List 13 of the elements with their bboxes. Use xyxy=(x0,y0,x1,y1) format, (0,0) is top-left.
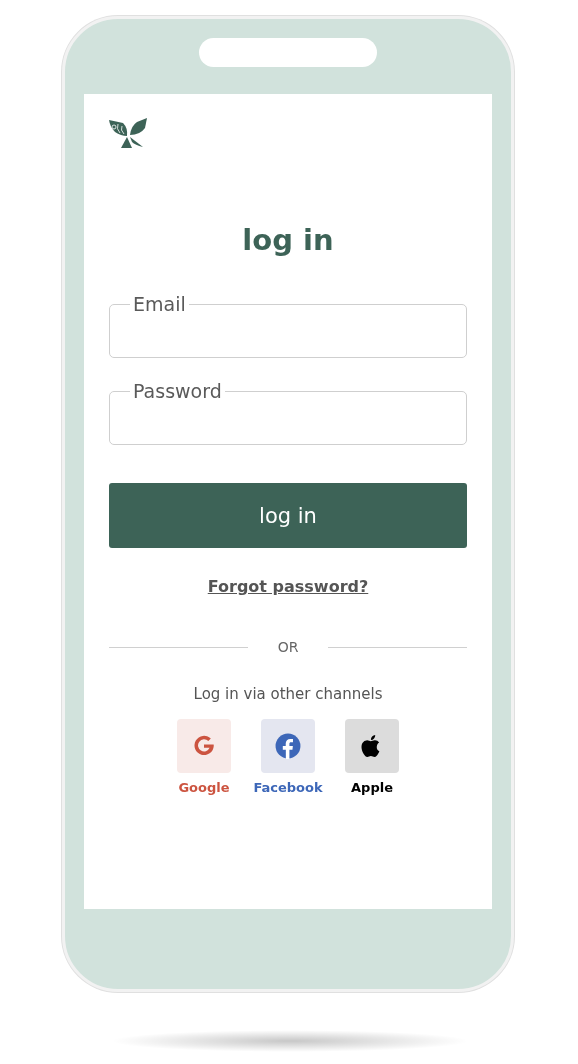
social-login-button[interactable] xyxy=(345,719,399,773)
social-login-label[interactable]: Apple xyxy=(351,780,393,795)
facebook-icon xyxy=(275,733,301,759)
social-login-label[interactable]: Facebook xyxy=(253,780,323,795)
password-field[interactable]: Password xyxy=(109,380,467,445)
forgot-password-link[interactable]: Forgot password? xyxy=(207,577,369,596)
leaf-logo-icon xyxy=(109,118,147,148)
page-title: log in xyxy=(241,226,335,255)
login-button[interactable]: log in xyxy=(109,483,467,548)
divider-text: OR xyxy=(277,639,299,655)
channels-caption: Log in via other channels xyxy=(192,685,384,703)
email-field[interactable]: Email xyxy=(109,293,467,358)
social-login-label[interactable]: Google xyxy=(178,780,230,795)
